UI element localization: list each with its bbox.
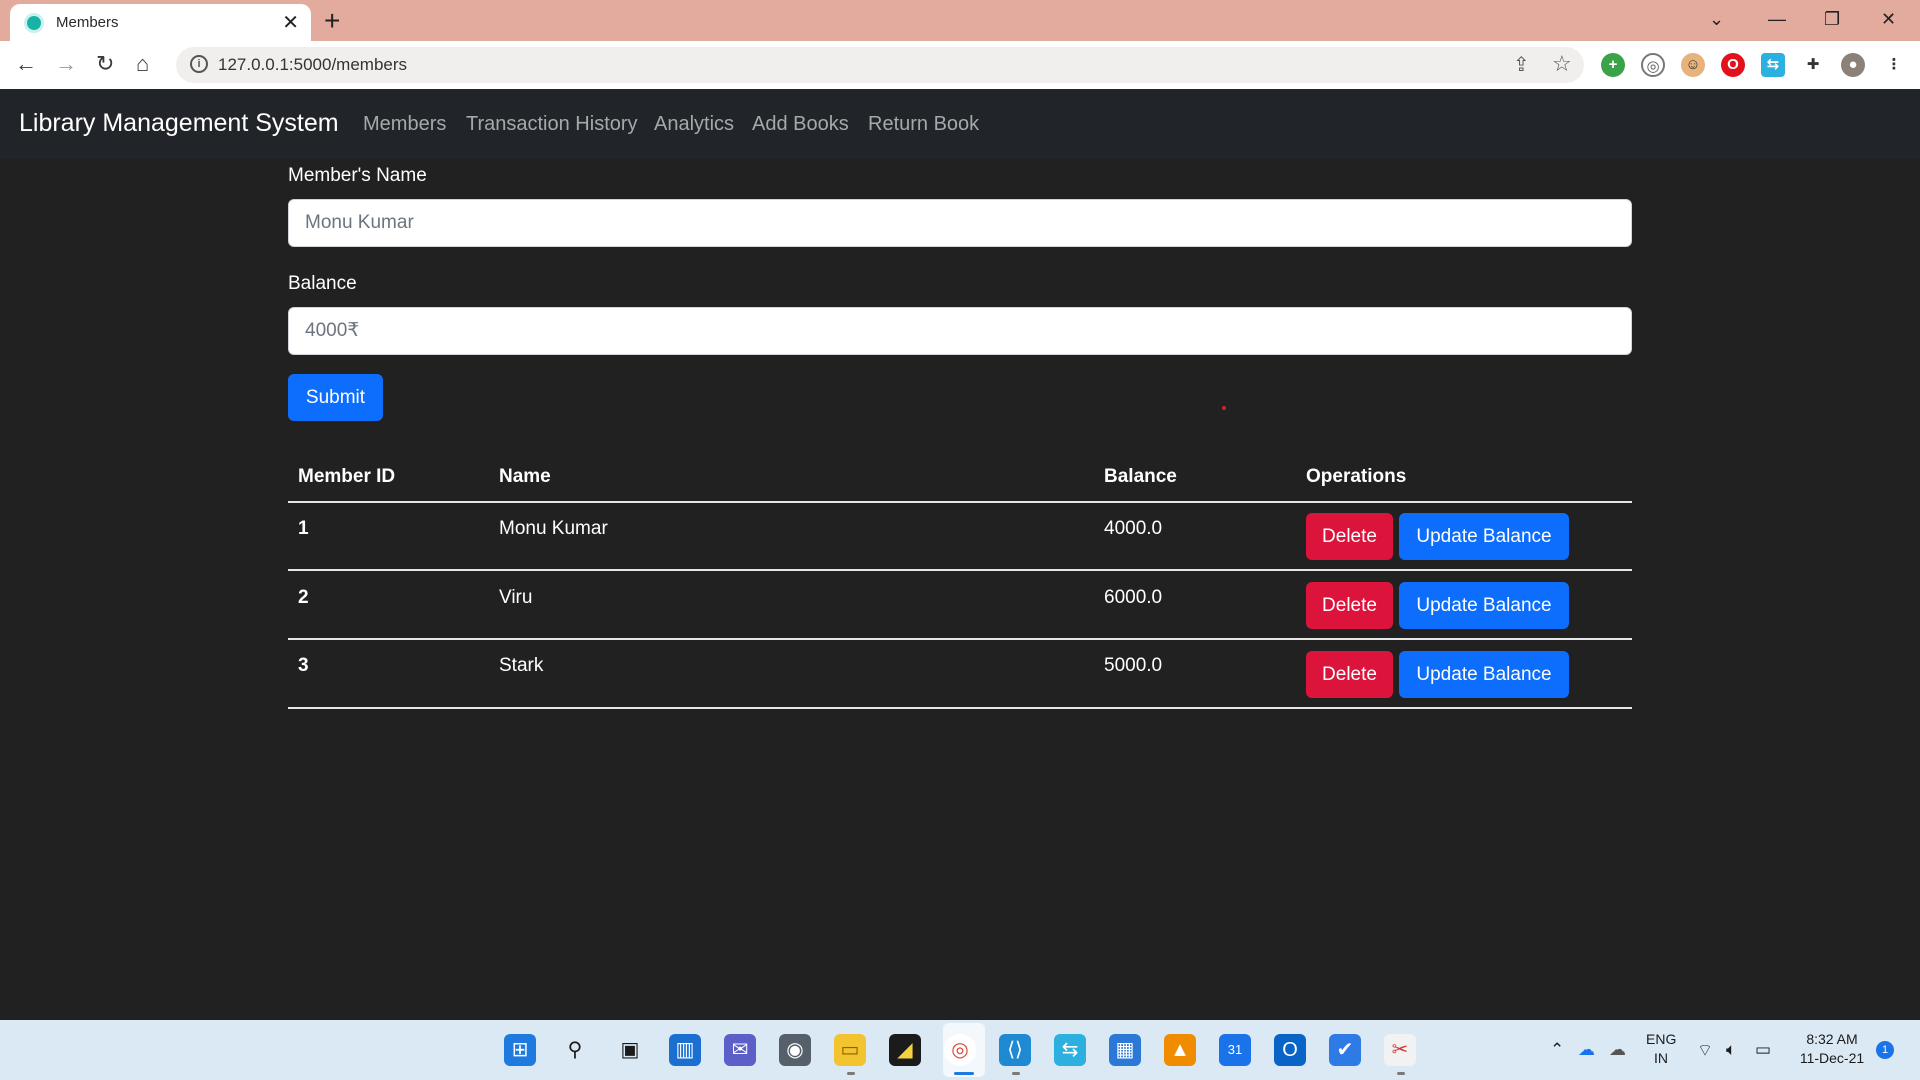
column-header-operations: Operations [1306, 466, 1407, 487]
delete-button[interactable]: Delete [1306, 582, 1393, 629]
browser-toolbar: ← → ↻ ⌂ i 127.0.0.1:5000/members ⇪ ☆ + ◎… [0, 41, 1920, 89]
running-indicator [847, 1072, 855, 1075]
address-bar[interactable]: i 127.0.0.1:5000/members ⇪ ☆ [176, 47, 1584, 83]
home-icon[interactable]: ⌂ [136, 51, 149, 77]
search-icon[interactable]: ⚲ [559, 1034, 591, 1066]
member-balance-cell: 5000.0 [1104, 655, 1163, 676]
back-arrow-icon[interactable]: ← [15, 51, 37, 77]
new-tab-button[interactable]: + [324, 6, 340, 36]
balance-input[interactable] [288, 307, 1632, 355]
vlc-icon[interactable]: ▲ [1164, 1034, 1196, 1066]
puzzle-icon[interactable]: ✚ [1801, 53, 1825, 77]
language-indicator[interactable]: ENG [1646, 1031, 1676, 1047]
nav-link-add-books[interactable]: Add Books [752, 113, 849, 136]
balance-label: Balance [288, 273, 357, 294]
update-balance-button[interactable]: Update Balance [1399, 513, 1569, 560]
member-id-cell: 3 [298, 655, 309, 676]
forward-arrow-icon[interactable]: → [55, 51, 77, 77]
bookmark-star-icon[interactable]: ☆ [1552, 51, 1572, 77]
site-favicon-icon [24, 12, 44, 33]
battery-icon[interactable]: ▭ [1755, 1040, 1771, 1060]
chrome-icon[interactable]: ◎ [944, 1034, 976, 1066]
cloud-icon[interactable]: ☁ [1609, 1040, 1626, 1060]
member-name-cell: Viru [499, 587, 533, 608]
calendar-app-icon[interactable]: ▦ [1109, 1034, 1141, 1066]
reload-icon[interactable]: ↻ [96, 51, 114, 77]
chat-icon[interactable]: ✉ [724, 1034, 756, 1066]
row-divider [288, 707, 1632, 709]
file-explorer-icon[interactable]: ▭ [834, 1034, 866, 1066]
google-calendar-icon[interactable]: 31 [1219, 1034, 1251, 1066]
column-header-balance: Balance [1104, 466, 1177, 487]
restore-button[interactable]: ❐ [1824, 6, 1840, 32]
delete-button[interactable]: Delete [1306, 513, 1393, 560]
header-divider [288, 501, 1632, 503]
update-balance-button[interactable]: Update Balance [1399, 651, 1569, 698]
sticky-notes-icon[interactable]: ◢ [889, 1034, 921, 1066]
translate-icon[interactable]: ⇆ [1761, 53, 1785, 77]
browser-tab-members[interactable]: Members ✕ [10, 4, 311, 41]
tab-title: Members [56, 14, 119, 31]
member-balance-cell: 4000.0 [1104, 518, 1163, 539]
member-balance-cell: 6000.0 [1104, 587, 1163, 608]
plus-circle-icon[interactable]: + [1601, 53, 1625, 77]
opera-icon[interactable]: O [1721, 53, 1745, 77]
notification-badge[interactable]: 1 [1876, 1041, 1894, 1059]
show-hidden-icons-icon[interactable]: ⌃ [1550, 1040, 1564, 1060]
member-name-cell: Monu Kumar [499, 518, 608, 539]
brand-title[interactable]: Library Management System [19, 109, 339, 138]
browser-tabstrip: Members ✕ + ⌄ — ❐ ✕ [0, 0, 1920, 41]
app-navbar: Library Management System Members Transa… [0, 89, 1920, 159]
face-icon[interactable]: ☺ [1681, 53, 1705, 77]
onedrive-icon[interactable]: ☁ [1578, 1040, 1595, 1060]
member-name-label: Member's Name [288, 165, 427, 186]
member-id-cell: 2 [298, 587, 309, 608]
submit-button[interactable]: Submit [288, 374, 383, 421]
outlook-icon[interactable]: O [1274, 1034, 1306, 1066]
translate-app-icon[interactable]: ⇆ [1054, 1034, 1086, 1066]
nav-link-return-book[interactable]: Return Book [868, 113, 979, 136]
windows-start-icon[interactable]: ⊞ [504, 1034, 536, 1066]
ghost-icon[interactable]: ◎ [1641, 53, 1665, 77]
column-header-member-id: Member ID [298, 466, 396, 487]
delete-button[interactable]: Delete [1306, 651, 1393, 698]
tab-close-icon[interactable]: ✕ [282, 13, 299, 33]
member-name-input[interactable] [288, 199, 1632, 247]
minimize-button[interactable]: — [1768, 6, 1786, 32]
nav-link-analytics[interactable]: Analytics [654, 113, 734, 136]
member-id-cell: 1 [298, 518, 309, 539]
avatar-icon[interactable]: ● [1841, 53, 1865, 77]
row-divider [288, 638, 1632, 640]
row-divider [288, 569, 1632, 571]
task-view-icon[interactable]: ▣ [614, 1034, 646, 1066]
url-text[interactable]: 127.0.0.1:5000/members [218, 55, 407, 75]
running-indicator [1012, 1072, 1020, 1075]
camera-icon[interactable]: ◉ [779, 1034, 811, 1066]
snipping-tool-icon[interactable]: ✂ [1384, 1034, 1416, 1066]
share-icon[interactable]: ⇪ [1513, 52, 1530, 77]
todo-icon[interactable]: ✔ [1329, 1034, 1361, 1066]
region-indicator[interactable]: IN [1646, 1050, 1676, 1066]
column-header-name: Name [499, 466, 551, 487]
vscode-icon[interactable]: ⟨⟩ [999, 1034, 1031, 1066]
widgets-icon[interactable]: ▥ [669, 1034, 701, 1066]
nav-link-transaction-history[interactable]: Transaction History [466, 113, 638, 136]
volume-icon[interactable]: 🔈︎ [1726, 1040, 1736, 1060]
clock-time[interactable]: 8:32 AM [1794, 1031, 1870, 1047]
running-indicator [1397, 1072, 1405, 1075]
close-window-button[interactable]: ✕ [1881, 6, 1896, 32]
nav-link-members[interactable]: Members [363, 113, 446, 136]
os-taskbar: ⊞ ⚲ ▣ ▥ ✉ ◉ ▭ ◢ ◎ ⟨⟩ ⇆ ▦ ▲ 31 O ✔ ✂ ⌃ ☁ … [0, 1020, 1920, 1080]
update-balance-button[interactable]: Update Balance [1399, 582, 1569, 629]
tab-search-chevron-icon[interactable]: ⌄ [1709, 6, 1724, 32]
wifi-icon[interactable]: ⌔ [1697, 1040, 1713, 1061]
clock-date[interactable]: 11-Dec-21 [1794, 1050, 1870, 1066]
stray-dot [1222, 406, 1226, 410]
member-name-cell: Stark [499, 655, 544, 676]
running-indicator [954, 1072, 974, 1075]
menu-dots-icon[interactable]: ⋮ [1882, 53, 1906, 77]
site-info-icon[interactable]: i [190, 55, 208, 73]
